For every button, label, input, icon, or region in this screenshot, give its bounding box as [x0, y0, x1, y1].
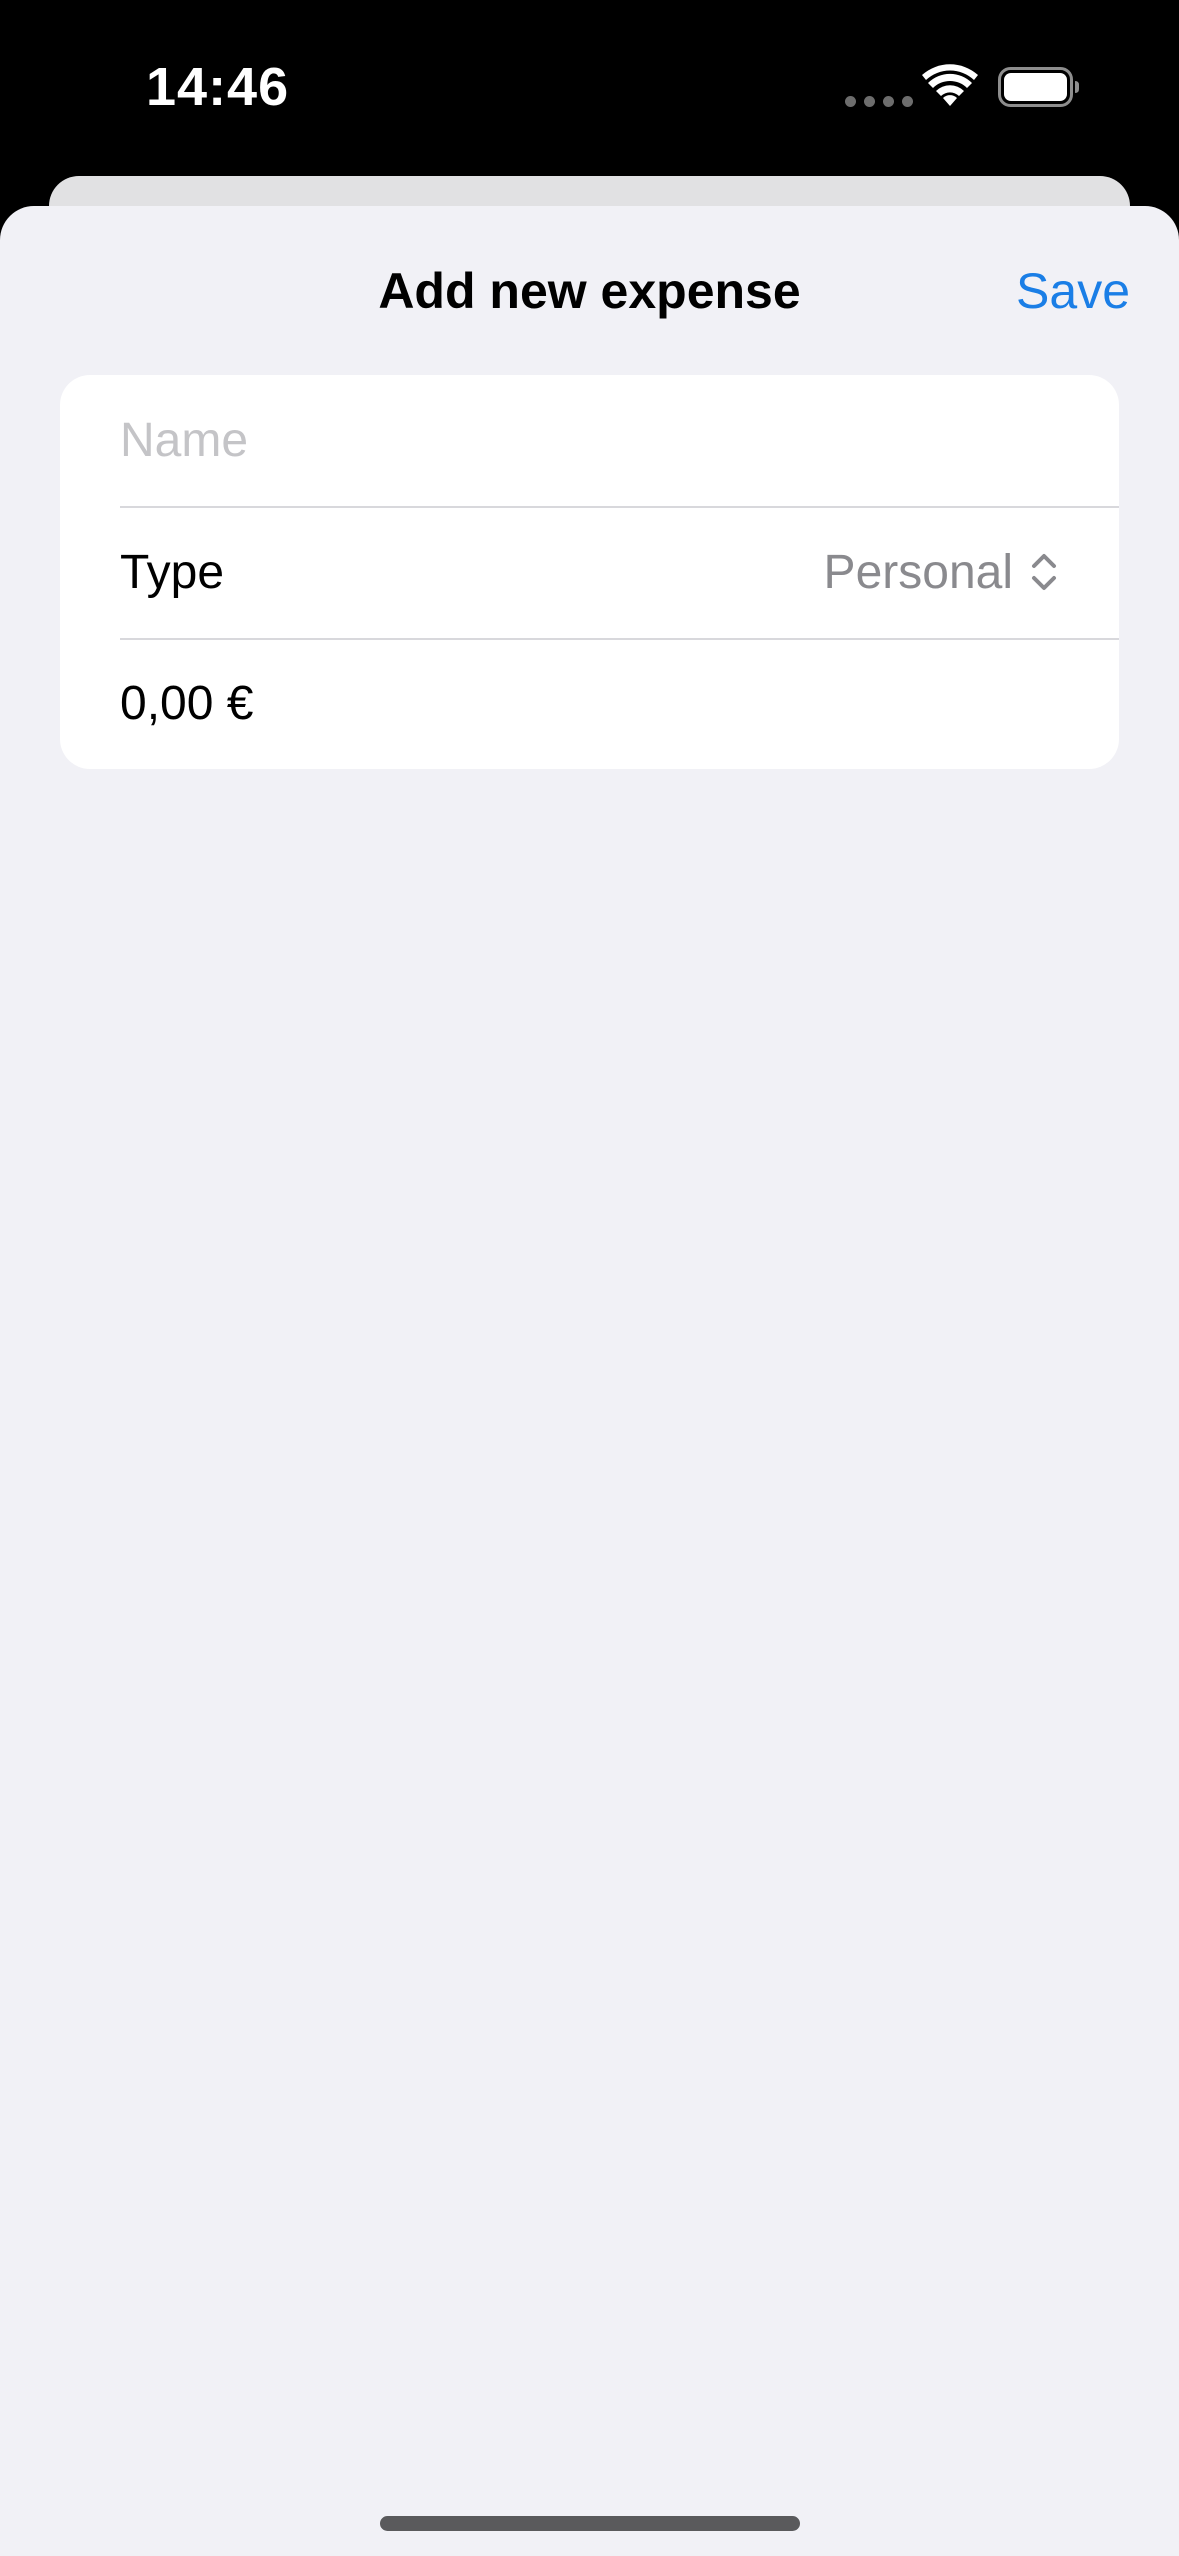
name-row [120, 375, 1119, 508]
status-bar: 14:46 [0, 0, 1179, 180]
chevron-up-down-icon [1032, 554, 1056, 590]
battery-icon [998, 67, 1079, 107]
page-title: Add new expense [378, 263, 801, 319]
save-button[interactable]: Save [1016, 262, 1130, 320]
amount-field[interactable]: 0,00 € [120, 676, 253, 731]
type-picker[interactable]: Personal [824, 506, 1059, 638]
name-input[interactable] [120, 413, 1020, 468]
expense-form: Type Personal 0,00 € [60, 375, 1119, 769]
type-selected-value: Personal [823, 545, 1013, 599]
amount-row[interactable]: 0,00 € [120, 638, 1119, 769]
home-indicator [380, 2516, 800, 2531]
wifi-icon [922, 64, 978, 106]
type-label: Type [120, 545, 225, 599]
add-expense-sheet: Add new expense Save Type Personal 0,00 … [0, 206, 1179, 2556]
signal-dots-icon [845, 96, 913, 107]
type-row[interactable]: Type Personal [120, 506, 1119, 640]
status-time: 14:46 [146, 57, 290, 117]
